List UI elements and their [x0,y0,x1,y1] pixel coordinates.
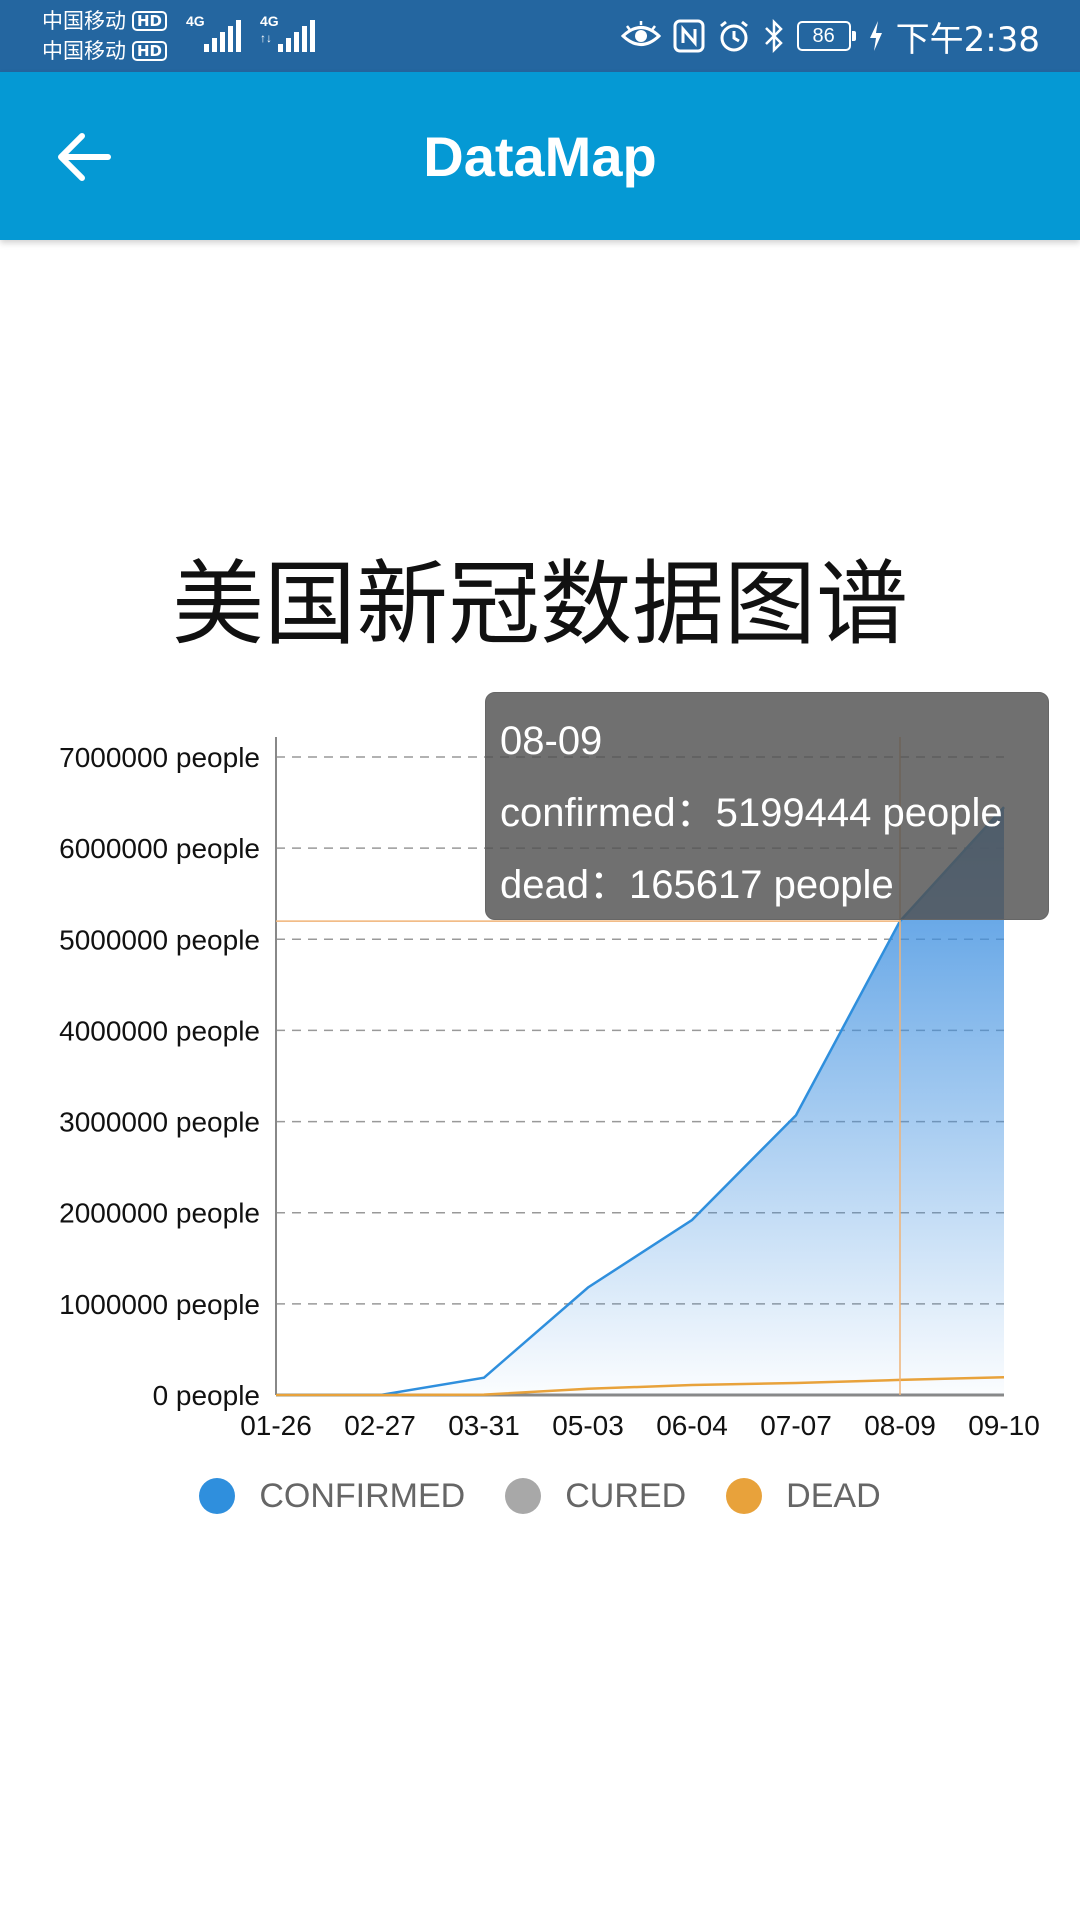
y-tick-label: 3000000 people [59,1107,260,1138]
hd-badge-2: HD [132,41,168,61]
y-tick-label: 5000000 people [59,924,260,955]
battery-indicator: 86 [796,21,856,51]
status-bar: 中国移动 HD 中国移动 HD 4G 4G ↑↓ 86 下午2:38 [0,0,1080,72]
x-tick-label: 06-04 [656,1410,728,1441]
legend-item-dead[interactable]: DEAD [726,1476,881,1516]
tooltip-dead: dead：165617 people [500,863,894,907]
chart-legend: CONFIRMED CURED DEAD [0,1476,1080,1516]
x-tick-label: 08-09 [864,1410,936,1441]
tooltip-date: 08-09 [500,719,603,763]
legend-label-confirmed: CONFIRMED [259,1476,466,1515]
legend-item-confirmed[interactable]: CONFIRMED [199,1477,465,1516]
legend-dot-confirmed [199,1478,236,1514]
carrier-1-label: 中国移动 [42,9,126,33]
battery-level: 86 [796,21,851,51]
app-bar: DataMap [0,72,1080,240]
y-tick-label: 4000000 people [59,1015,260,1046]
app-title: DataMap [423,125,657,188]
x-tick-label: 03-31 [448,1410,520,1441]
signal-icon-1: 4G [186,14,244,54]
charging-icon [868,19,884,53]
y-tick-label: 1000000 people [59,1289,260,1320]
chart-title: 美国新冠数据图谱 [171,551,908,658]
eye-comfort-icon [620,21,661,51]
status-icons: 86 下午2:38 [620,12,1040,60]
legend-dot-cured [505,1478,542,1514]
x-tick-label: 02-27 [344,1410,416,1441]
status-time: 下午2:38 [895,19,1040,60]
y-tick-label: 0 people [153,1380,260,1411]
legend-label-dead: DEAD [786,1476,881,1515]
network-type-1: 4G [186,13,205,29]
x-tick-label: 01-26 [240,1410,312,1441]
legend-item-cured[interactable]: CURED [505,1477,686,1516]
carrier-2-label: 中国移动 [42,39,126,63]
bluetooth-icon [763,19,785,53]
x-tick-label: 05-03 [552,1410,624,1441]
network-type-2: 4G [260,13,279,29]
legend-dot-dead [726,1478,763,1514]
signal-icon-2: 4G ↑↓ [260,14,318,54]
tooltip-confirmed: confirmed：5199444 people [500,791,1003,835]
alarm-icon [717,19,751,53]
signal-indicators: 4G 4G ↑↓ [186,14,318,54]
data-activity-icon: ↑↓ [260,31,272,45]
hd-badge-1: HD [132,11,168,31]
y-tick-label: 7000000 people [59,742,260,773]
data-tooltip: 08-09 confirmed：5199444 people dead：1656… [485,692,1049,920]
x-tick-label: 07-07 [760,1410,832,1441]
y-tick-label: 2000000 people [59,1198,260,1229]
nfc-icon [673,19,705,53]
y-tick-label: 6000000 people [59,833,260,864]
carrier-info: 中国移动 HD 中国移动 HD [42,6,168,66]
legend-label-cured: CURED [565,1476,687,1515]
x-tick-label: 09-10 [968,1410,1040,1441]
